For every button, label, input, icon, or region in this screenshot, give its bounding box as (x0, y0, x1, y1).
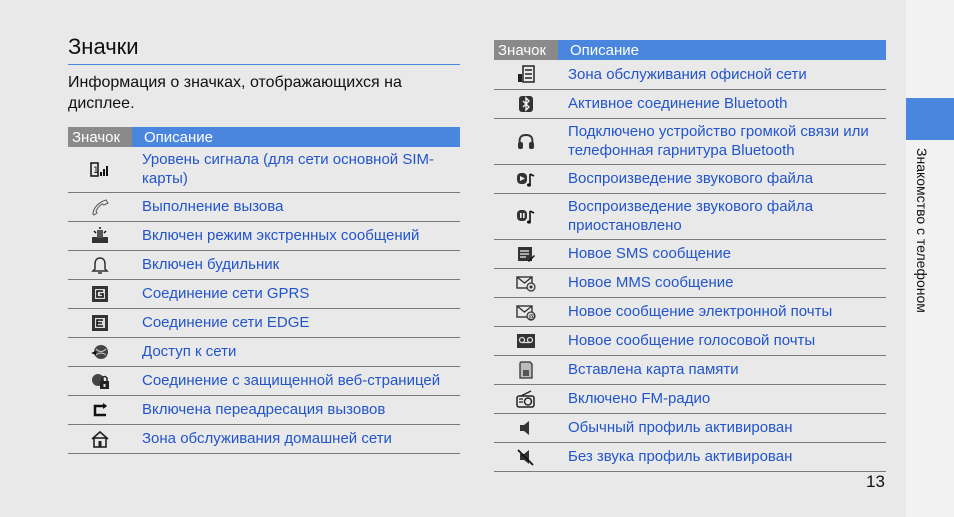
row-description: Воспроизведение звукового файла приостан… (558, 193, 886, 240)
table-row: Соединение сети EDGE (68, 308, 460, 338)
header-description-column: Описание (558, 40, 886, 60)
row-description: Новое SMS сообщение (558, 239, 886, 269)
svg-text:1: 1 (93, 166, 99, 176)
table-row: Соединение сети GPRS (68, 279, 460, 309)
row-description: Новое сообщение электронной почты (558, 297, 886, 327)
table-row: Включен будильник (68, 250, 460, 280)
table-row: Новое сообщение голосовой почты (494, 326, 886, 356)
table-row: Подключено устройство громкой связи или … (494, 118, 886, 165)
row-description: Зона обслуживания домашней сети (132, 424, 460, 454)
music-play-icon (517, 172, 535, 187)
page-number: 13 (866, 472, 885, 491)
row-description: Доступ к сети (132, 337, 460, 367)
row-description: Подключено устройство громкой связи или … (558, 118, 886, 165)
bluetooth-icon (519, 95, 533, 112)
table-row: 1 Уровень сигнала (для сети основной SIM… (68, 147, 460, 193)
chapter-tab-marker (906, 98, 954, 140)
office-zone-icon (518, 65, 535, 84)
alarm-bell-icon (91, 256, 109, 274)
music-pause-icon (517, 210, 535, 224)
signal-strength-icon: 1 (90, 162, 108, 178)
table-row: Включена переадресация вызовов (68, 395, 460, 425)
table-row: Доступ к сети (68, 337, 460, 367)
table-row: Зона обслуживания офисной сети (494, 60, 886, 90)
row-description: Включен будильник (132, 250, 460, 280)
table-row: Включен режим экстренных сообщений (68, 221, 460, 251)
network-access-icon (91, 344, 108, 359)
row-description: Соединение сети GPRS (132, 279, 460, 309)
table-row: Активное соединение Bluetooth (494, 89, 886, 119)
sms-icon (518, 246, 535, 262)
section-title: Значки (68, 34, 139, 59)
voicemail-icon (517, 333, 535, 348)
table-row: Воспроизведение звукового файла приостан… (494, 193, 886, 240)
row-description: Соединение с защищенной веб-страницей (132, 366, 460, 396)
fm-radio-icon (516, 389, 535, 408)
row-description: Обычный профиль активирован (558, 413, 886, 443)
svg-text:@: @ (528, 312, 535, 320)
row-description: Включена переадресация вызовов (132, 395, 460, 425)
sos-mode-icon (92, 226, 108, 243)
row-description: Соединение сети EDGE (132, 308, 460, 338)
table-header-row: Значок Описание (68, 127, 460, 147)
header-icon-column: Значок (494, 40, 558, 60)
memory-card-icon (519, 360, 533, 379)
call-forwarding-icon (93, 402, 107, 416)
row-description: Включен режим экстренных сообщений (132, 221, 460, 251)
header-icon-column: Значок (68, 127, 132, 147)
table-row: Без звука профиль активирован (494, 442, 886, 472)
intro-text: Информация о значках, отображающихся на … (68, 74, 402, 112)
table-row: Новое MMS сообщение (494, 268, 886, 298)
row-description: Включено FM-радио (558, 384, 886, 414)
table-header-row: Значок Описание (494, 40, 886, 60)
header-description-column: Описание (132, 127, 460, 147)
table-row: Вставлена карта памяти (494, 355, 886, 385)
table-row: Зона обслуживания домашней сети (68, 424, 460, 454)
chapter-side-label: Знакомство с телефоном (914, 148, 930, 313)
normal-profile-icon (520, 420, 529, 435)
bluetooth-headset-icon (518, 134, 534, 150)
row-description: Вставлена карта памяти (558, 355, 886, 385)
icons-table-left: Значок Описание 1 Уровень сигнала (для с… (68, 127, 460, 454)
mms-icon (516, 275, 536, 292)
table-row: Выполнение вызова (68, 192, 460, 222)
row-description: Новое MMS сообщение (558, 268, 886, 298)
row-description: Воспроизведение звукового файла (558, 164, 886, 194)
row-description: Без звука профиль активирован (558, 442, 886, 472)
table-row: Воспроизведение звукового файла (494, 164, 886, 194)
table-row: Включено FM-радио (494, 384, 886, 414)
table-row: @ Новое сообщение электронной почты (494, 297, 886, 327)
table-row: Обычный профиль активирован (494, 413, 886, 443)
edge-icon (92, 314, 108, 331)
row-description: Активное соединение Bluetooth (558, 89, 886, 119)
row-description: Новое сообщение голосовой почты (558, 326, 886, 356)
email-icon: @ (516, 304, 536, 320)
icons-table-right: Значок Описание Зона обслуживания офисно… (494, 40, 886, 472)
table-row: Соединение с защищенной веб-страницей (68, 366, 460, 396)
row-description: Выполнение вызова (132, 192, 460, 222)
call-in-progress-icon (92, 198, 109, 216)
home-zone-icon (91, 430, 109, 448)
row-description: Уровень сигнала (для сети основной SIM-к… (132, 147, 460, 193)
table-row: Новое SMS сообщение (494, 239, 886, 269)
gprs-icon (92, 285, 108, 302)
secure-web-icon (92, 373, 109, 389)
title-divider (68, 64, 460, 65)
silent-profile-icon (517, 448, 534, 466)
row-description: Зона обслуживания офисной сети (558, 60, 886, 90)
